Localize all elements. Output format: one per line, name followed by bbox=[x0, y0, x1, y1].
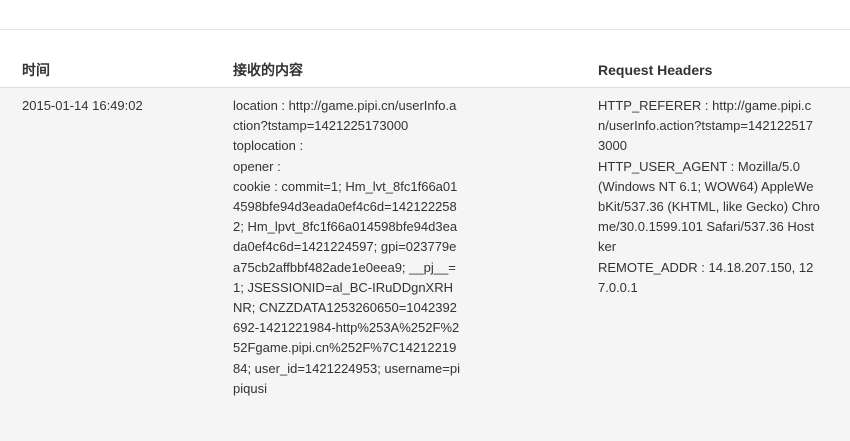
content-cookie: cookie : commit=1; Hm_lvt_8fc1f66a014598… bbox=[233, 178, 460, 396]
content-opener: opener : bbox=[233, 158, 281, 174]
cell-time: 2015-01-14 16:49:02 bbox=[22, 98, 143, 113]
table-header: 时间 接收的内容 Request Headers bbox=[0, 30, 850, 88]
table-body: 2015-01-14 16:49:02 location : http://ga… bbox=[0, 88, 850, 441]
top-bar bbox=[0, 0, 850, 30]
header-referer: HTTP_REFERER : http://game.pipi.cn/userI… bbox=[598, 98, 814, 154]
header-remote-addr: REMOTE_ADDR : 14.18.207.150, 127.0.0.1 bbox=[598, 259, 814, 295]
header-time: 时间 bbox=[22, 62, 50, 78]
cell-content: location : http://game.pipi.cn/userInfo.… bbox=[233, 96, 461, 399]
cell-request-headers: HTTP_REFERER : http://game.pipi.cn/userI… bbox=[598, 96, 820, 298]
header-user-agent: HTTP_USER_AGENT : Mozilla/5.0 (Windows N… bbox=[598, 158, 820, 255]
header-request-headers: Request Headers bbox=[598, 62, 713, 78]
page: 时间 接收的内容 Request Headers 2015-01-14 16:4… bbox=[0, 0, 850, 441]
table-row: 2015-01-14 16:49:02 location : http://ga… bbox=[0, 88, 850, 441]
content-location: location : http://game.pipi.cn/userInfo.… bbox=[233, 98, 457, 134]
content-toplocation: toplocation : bbox=[233, 138, 304, 154]
header-content: 接收的内容 bbox=[233, 62, 303, 78]
log-table: 时间 接收的内容 Request Headers 2015-01-14 16:4… bbox=[0, 30, 850, 441]
